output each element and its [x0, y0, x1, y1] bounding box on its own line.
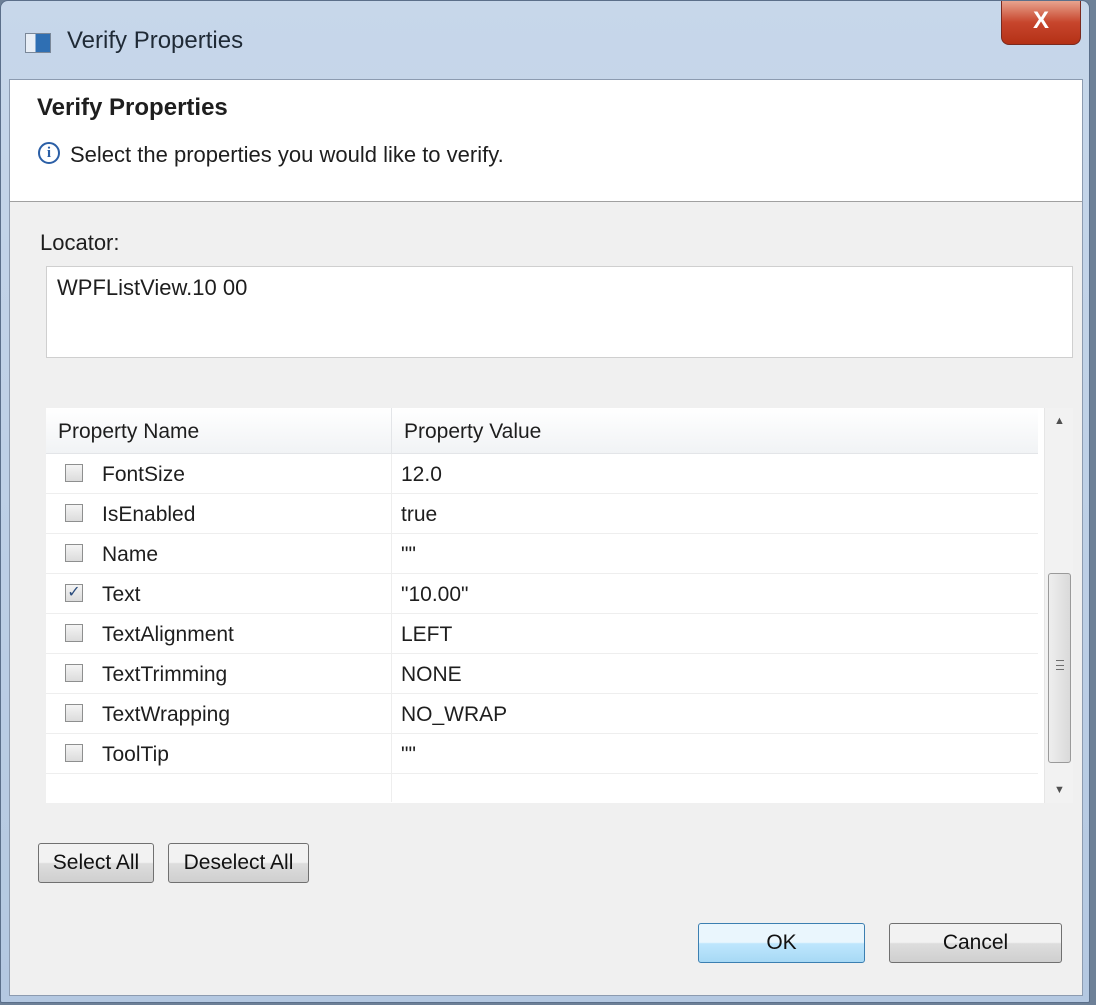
table-row[interactable]: FontSize 12.0	[46, 454, 1038, 494]
properties-table: Property Name Property Value FontSize 12…	[46, 408, 1073, 803]
column-header-property-name[interactable]: Property Name	[58, 420, 199, 444]
grip-icon	[1056, 660, 1064, 670]
property-name: IsEnabled	[102, 503, 196, 526]
dialog-header: Verify Properties i Select the propertie…	[10, 80, 1082, 202]
property-value: true	[401, 503, 438, 526]
cancel-button[interactable]: Cancel	[889, 923, 1062, 963]
property-value: ""	[401, 543, 416, 566]
property-value: NONE	[401, 663, 462, 686]
checkmark-icon: ✓	[67, 584, 81, 601]
row-checkbox[interactable]	[65, 504, 83, 522]
table-row[interactable]: TextAlignment LEFT	[46, 614, 1038, 654]
property-value: "10.00"	[401, 583, 469, 606]
row-checkbox[interactable]	[65, 544, 83, 562]
property-name: TextTrimming	[102, 663, 228, 686]
dialog-window: Verify Properties X Verify Properties i …	[0, 0, 1090, 1003]
property-value: ""	[401, 743, 416, 766]
row-checkbox[interactable]	[65, 664, 83, 682]
table-header: Property Name Property Value	[46, 408, 1038, 454]
property-name: TextAlignment	[102, 623, 234, 646]
table-body: FontSize 12.0 IsEnabled true Name "" ✓ T…	[46, 454, 1038, 802]
table-row[interactable]: ✓ Text "10.00"	[46, 574, 1038, 614]
ok-button[interactable]: OK	[698, 923, 865, 963]
title-bar[interactable]: Verify Properties X	[1, 1, 1089, 79]
vertical-scrollbar[interactable]: ▲ ▼	[1044, 408, 1073, 803]
table-row[interactable]: Name ""	[46, 534, 1038, 574]
property-value: 12.0	[401, 463, 442, 486]
row-checkbox[interactable]	[65, 744, 83, 762]
property-value: NO_WRAP	[401, 703, 508, 726]
table-row[interactable]: ToolTip ""	[46, 734, 1038, 774]
table-row[interactable]: TextWrapping NO_WRAP	[46, 694, 1038, 734]
property-name: Text	[102, 583, 141, 606]
arrow-up-icon[interactable]: ▲	[1045, 408, 1074, 434]
locator-field[interactable]: WPFListView.10 00	[46, 266, 1073, 358]
scrollbar-thumb[interactable]	[1048, 573, 1071, 763]
row-checkbox[interactable]	[65, 704, 83, 722]
window-title: Verify Properties	[67, 27, 244, 54]
property-name: Name	[102, 543, 159, 566]
dialog-body: Verify Properties i Select the propertie…	[9, 79, 1083, 996]
close-icon: X	[1032, 7, 1049, 34]
locator-label: Locator:	[40, 230, 120, 255]
property-name: ToolTip	[102, 743, 169, 766]
row-checkbox[interactable]	[65, 624, 83, 642]
table-row[interactable]: TextTrimming NONE	[46, 654, 1038, 694]
column-divider[interactable]	[391, 408, 392, 454]
row-checkbox[interactable]: ✓	[65, 584, 83, 602]
table-row[interactable]: IsEnabled true	[46, 494, 1038, 534]
close-button[interactable]: X	[1001, 1, 1081, 45]
deselect-all-button[interactable]: Deselect All	[168, 843, 309, 883]
header-title: Verify Properties	[37, 94, 228, 121]
arrow-down-icon[interactable]: ▼	[1045, 777, 1074, 803]
app-window-icon	[25, 33, 51, 53]
row-checkbox[interactable]	[65, 464, 83, 482]
table-row-empty	[46, 774, 1038, 802]
property-value: LEFT	[401, 623, 453, 646]
info-icon: i	[38, 142, 60, 164]
locator-value: WPFListView.10 00	[57, 275, 248, 300]
header-message: Select the properties you would like to …	[70, 142, 504, 167]
select-all-button[interactable]: Select All	[38, 843, 154, 883]
property-name: TextWrapping	[102, 703, 231, 726]
column-header-property-value[interactable]: Property Value	[404, 420, 541, 444]
property-name: FontSize	[102, 463, 185, 486]
